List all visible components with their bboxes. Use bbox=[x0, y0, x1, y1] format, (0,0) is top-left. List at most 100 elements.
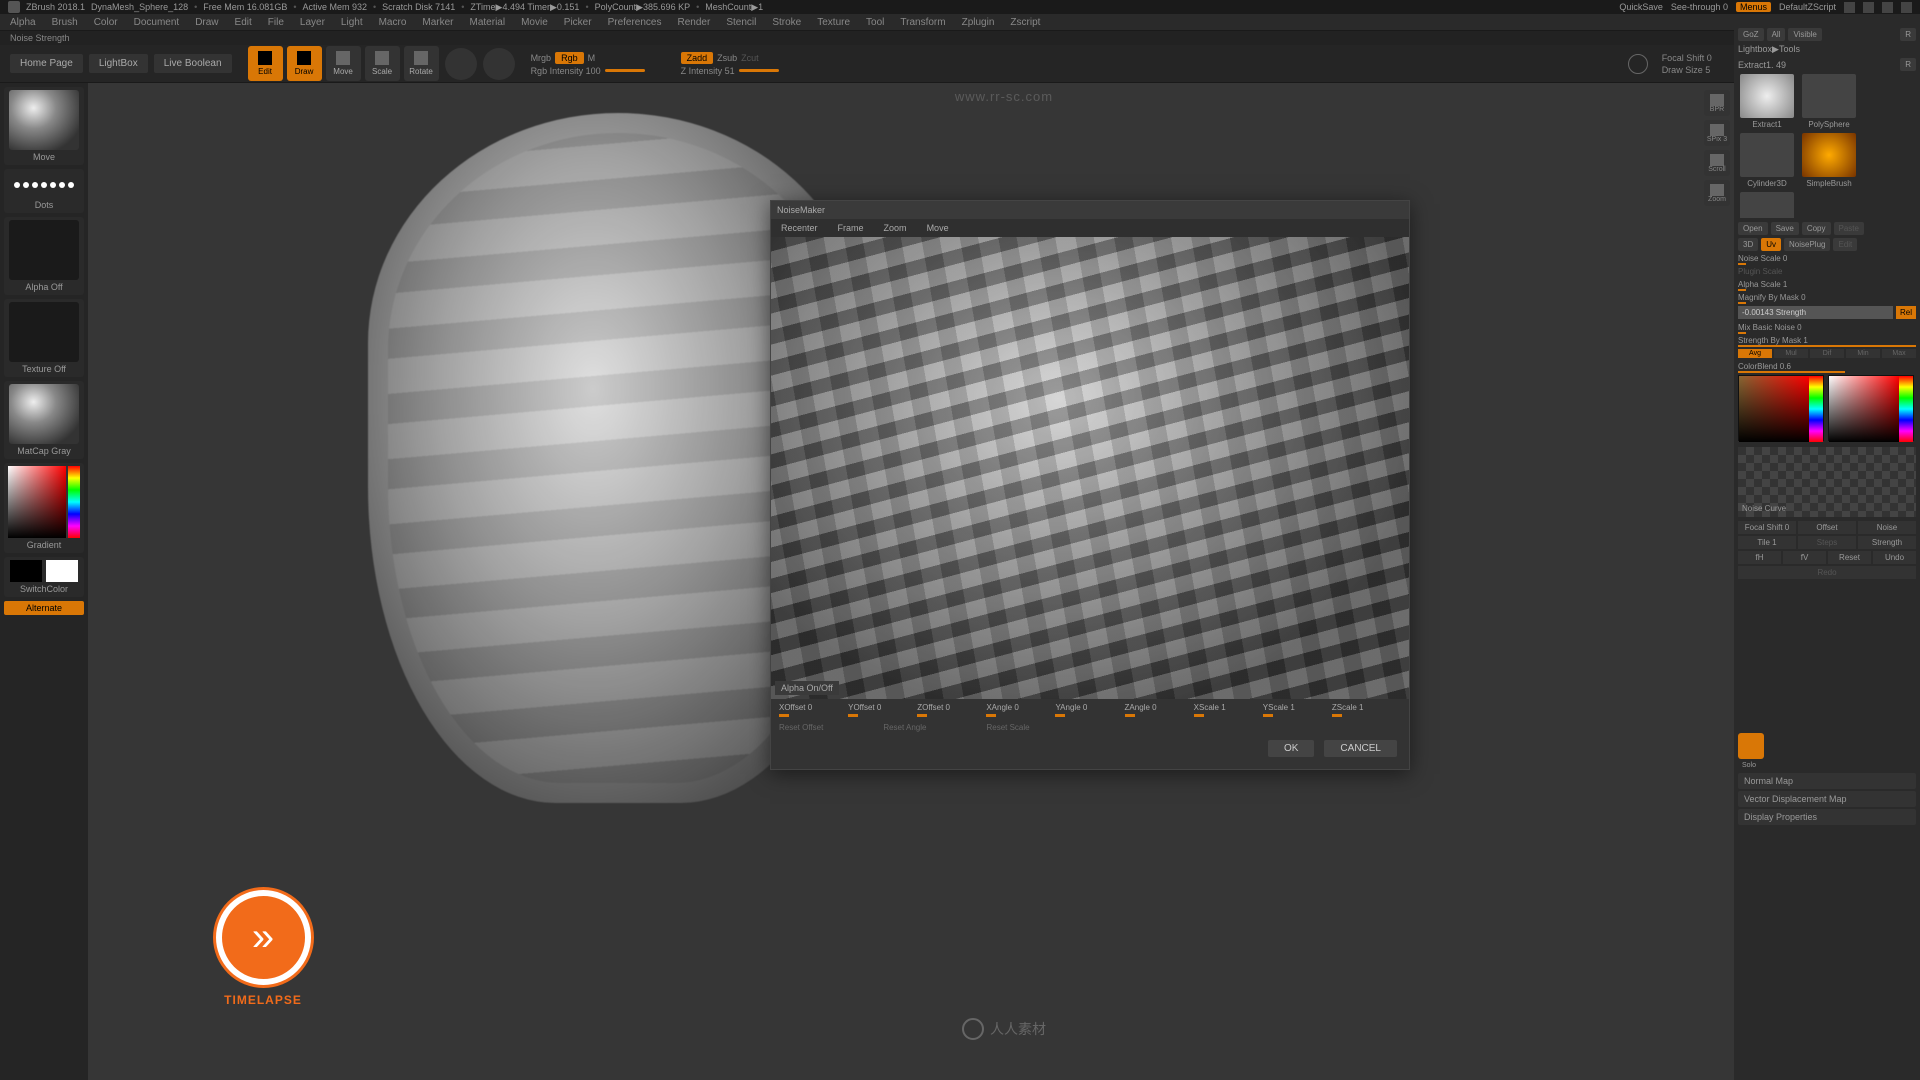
undo-button[interactable]: Undo bbox=[1873, 551, 1916, 564]
blend-mul-button[interactable]: Mul bbox=[1774, 349, 1808, 358]
offset-xoffset[interactable]: XOffset 0 bbox=[779, 703, 848, 717]
menu-tool[interactable]: Tool bbox=[866, 17, 884, 28]
scale-mode-button[interactable]: Scale bbox=[365, 46, 400, 81]
noise-preview[interactable]: Alpha On/Off bbox=[771, 237, 1409, 699]
menu-picker[interactable]: Picker bbox=[564, 17, 592, 28]
prop-display-properties[interactable]: Display Properties bbox=[1738, 809, 1916, 825]
extract-slider[interactable]: Extract1. 49 bbox=[1738, 60, 1786, 70]
3d-button[interactable]: 3D bbox=[1738, 238, 1758, 251]
move-mode-button[interactable]: Move bbox=[326, 46, 361, 81]
offset-yoffset[interactable]: YOffset 0 bbox=[848, 703, 917, 717]
noiseplug-button[interactable]: NoisePlug bbox=[1784, 238, 1830, 251]
blend-max-button[interactable]: Max bbox=[1882, 349, 1916, 358]
offset-zscale[interactable]: ZScale 1 bbox=[1332, 703, 1401, 717]
menu-zscript[interactable]: Zscript bbox=[1010, 17, 1040, 28]
rgb-button[interactable]: Rgb bbox=[555, 52, 584, 64]
r-button[interactable]: R bbox=[1900, 28, 1916, 41]
menu-marker[interactable]: Marker bbox=[422, 17, 453, 28]
liveboolean-button[interactable]: Live Boolean bbox=[154, 54, 232, 73]
prop-normal-map[interactable]: Normal Map bbox=[1738, 773, 1916, 789]
black-swatch[interactable] bbox=[10, 560, 42, 582]
menu-edit[interactable]: Edit bbox=[235, 17, 252, 28]
tool-item-extract1[interactable]: Extract1 bbox=[1738, 74, 1796, 129]
alternate-button[interactable]: Alternate bbox=[4, 601, 84, 615]
m-button[interactable]: M bbox=[588, 53, 596, 63]
color-panel[interactable]: Gradient bbox=[4, 463, 84, 553]
noise-curve-graph[interactable]: Noise Curve bbox=[1738, 447, 1916, 517]
menu-macro[interactable]: Macro bbox=[379, 17, 407, 28]
focal-gizmo-icon[interactable] bbox=[1628, 54, 1648, 74]
quicksave-button[interactable]: QuickSave bbox=[1619, 2, 1663, 12]
tile-button[interactable]: Tile 1 bbox=[1738, 536, 1796, 549]
menus-toggle[interactable]: Menus bbox=[1736, 2, 1771, 12]
tool-item-polysphere[interactable]: PolySphere bbox=[1800, 74, 1858, 129]
alpha-panel[interactable]: Alpha Off bbox=[4, 217, 84, 295]
white-swatch[interactable] bbox=[46, 560, 78, 582]
zcut-button[interactable]: Zcut bbox=[741, 53, 759, 63]
default-zscript[interactable]: DefaultZScript bbox=[1779, 2, 1836, 12]
dlg-zoom-button[interactable]: Zoom bbox=[884, 223, 907, 233]
plugin-scale-slider[interactable]: Plugin Scale bbox=[1738, 267, 1916, 276]
save-button[interactable]: Save bbox=[1771, 222, 1799, 235]
spix-button[interactable]: SPix 3 bbox=[1704, 120, 1730, 146]
menu-zplugin[interactable]: Zplugin bbox=[962, 17, 995, 28]
reset-offset-button[interactable]: Reset Offset bbox=[779, 723, 823, 732]
focal-shift-slider[interactable]: Focal Shift 0 bbox=[1662, 53, 1712, 63]
zadd-button[interactable]: Zadd bbox=[681, 52, 714, 64]
fh-button[interactable]: fH bbox=[1738, 551, 1781, 564]
reset-angle-button[interactable]: Reset Angle bbox=[883, 723, 926, 732]
draw-mode-button[interactable]: Draw bbox=[287, 46, 322, 81]
gyro-button[interactable] bbox=[445, 48, 477, 80]
dlg-recenter-button[interactable]: Recenter bbox=[781, 223, 818, 233]
stroke-panel[interactable]: Dots bbox=[4, 169, 84, 213]
focalshift-button[interactable]: Focal Shift 0 bbox=[1738, 521, 1796, 534]
dialog-titlebar[interactable]: NoiseMaker bbox=[771, 201, 1409, 219]
menu-transform[interactable]: Transform bbox=[900, 17, 945, 28]
minimize-icon[interactable] bbox=[1863, 2, 1874, 13]
tool-item-cylinder3d[interactable]: Cylinder3D bbox=[1738, 133, 1796, 188]
window-icon[interactable] bbox=[1844, 2, 1855, 13]
strength-by-mask-slider[interactable]: Strength By Mask 1 bbox=[1738, 336, 1916, 345]
menu-texture[interactable]: Texture bbox=[817, 17, 850, 28]
steps-button[interactable]: Steps bbox=[1798, 536, 1856, 549]
menu-brush[interactable]: Brush bbox=[52, 17, 78, 28]
offset-button[interactable]: Offset bbox=[1798, 521, 1856, 534]
menu-file[interactable]: File bbox=[268, 17, 284, 28]
breadcrumb[interactable]: Lightbox▶Tools bbox=[1738, 44, 1800, 55]
zoom-button[interactable]: Zoom bbox=[1704, 180, 1730, 206]
menu-draw[interactable]: Draw bbox=[195, 17, 218, 28]
noise-button[interactable]: Noise bbox=[1858, 521, 1916, 534]
color-picker[interactable] bbox=[8, 466, 80, 538]
seethrough-slider[interactable]: See-through 0 bbox=[1671, 2, 1728, 12]
close-icon[interactable] bbox=[1901, 2, 1912, 13]
brush-panel[interactable]: Move bbox=[4, 87, 84, 165]
dlg-move-button[interactable]: Move bbox=[927, 223, 949, 233]
reset-scale-button[interactable]: Reset Scale bbox=[986, 723, 1029, 732]
dlg-frame-button[interactable]: Frame bbox=[838, 223, 864, 233]
rgb-intensity-slider[interactable]: Rgb Intensity 100 bbox=[531, 66, 601, 76]
menu-light[interactable]: Light bbox=[341, 17, 363, 28]
solo-button[interactable] bbox=[1738, 733, 1764, 759]
cancel-button[interactable]: CANCEL bbox=[1324, 740, 1397, 757]
menu-color[interactable]: Color bbox=[94, 17, 118, 28]
texture-panel[interactable]: Texture Off bbox=[4, 299, 84, 377]
prop-vector-displacement-map[interactable]: Vector Displacement Map bbox=[1738, 791, 1916, 807]
menu-alpha[interactable]: Alpha bbox=[10, 17, 36, 28]
all-button[interactable]: All bbox=[1767, 28, 1786, 41]
lightbox-button[interactable]: LightBox bbox=[89, 54, 148, 73]
edit-mode-button[interactable]: Edit bbox=[248, 46, 283, 81]
offset-yangle[interactable]: YAngle 0 bbox=[1055, 703, 1124, 717]
scroll-button[interactable]: Scroll bbox=[1704, 150, 1730, 176]
sphere-button[interactable] bbox=[483, 48, 515, 80]
bpr-button[interactable]: BPR bbox=[1704, 90, 1730, 116]
offset-xangle[interactable]: XAngle 0 bbox=[986, 703, 1055, 717]
tool-item-simplebrush[interactable]: SimpleBrush bbox=[1800, 133, 1858, 188]
draw-size-slider[interactable]: Draw Size 5 bbox=[1662, 65, 1711, 75]
strength-input[interactable]: -0.00143 Strength bbox=[1738, 306, 1893, 319]
copy-button[interactable]: Copy bbox=[1802, 222, 1831, 235]
blend-avg-button[interactable]: Avg bbox=[1738, 349, 1772, 358]
open-button[interactable]: Open bbox=[1738, 222, 1768, 235]
offset-zangle[interactable]: ZAngle 0 bbox=[1125, 703, 1194, 717]
reset-button[interactable]: Reset bbox=[1828, 551, 1871, 564]
blend-dif-button[interactable]: Dif bbox=[1810, 349, 1844, 358]
